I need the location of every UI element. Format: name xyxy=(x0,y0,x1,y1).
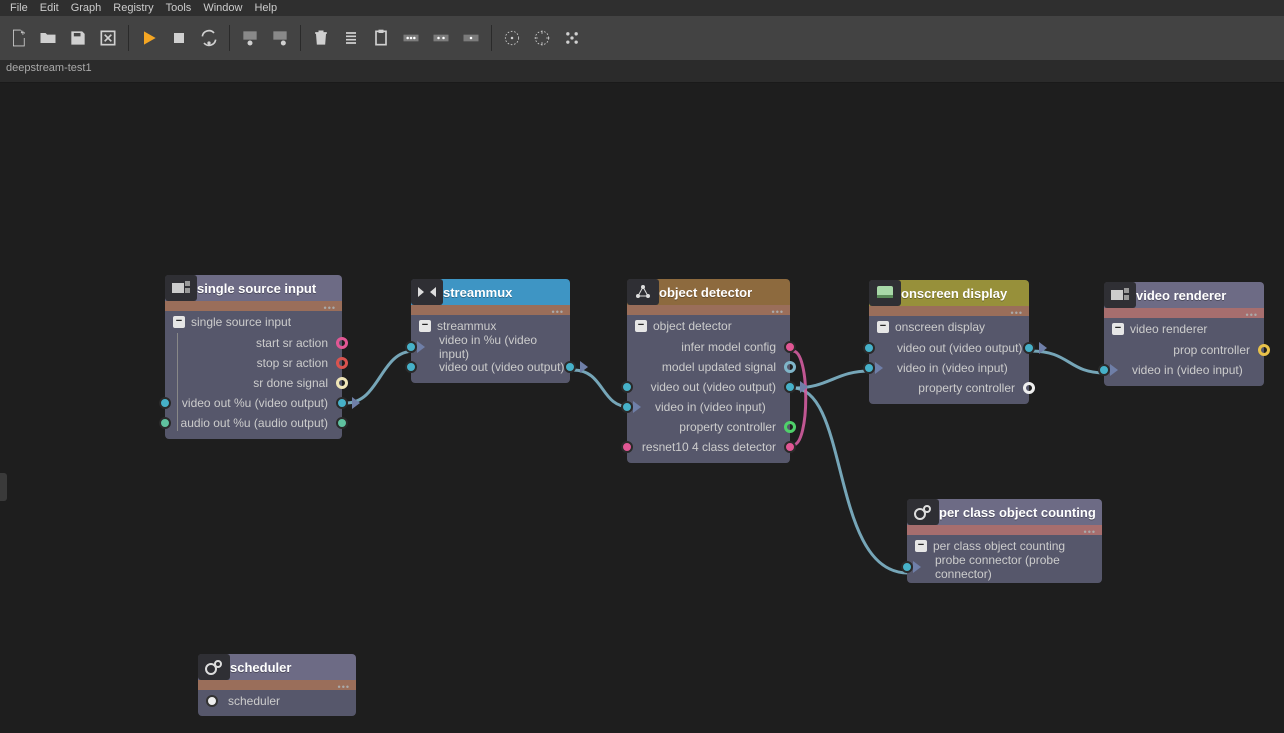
port-model-updated[interactable]: model updated signal xyxy=(627,357,790,377)
port-resnet10[interactable]: resnet10 4 class detector xyxy=(627,437,790,457)
port-stop-sr[interactable]: stop sr action xyxy=(165,353,342,373)
download1-icon[interactable] xyxy=(236,24,264,52)
tab-deepstream[interactable]: deepstream-test1 xyxy=(6,62,92,74)
dots2-icon[interactable] xyxy=(427,24,455,52)
menu-help[interactable]: Help xyxy=(248,1,283,15)
node-object-detector[interactable]: object detector ••• −object detector inf… xyxy=(627,279,790,463)
collapse-icon[interactable]: − xyxy=(635,320,647,332)
menu-file[interactable]: File xyxy=(4,1,34,15)
swarm-icon[interactable] xyxy=(558,24,586,52)
dots3-icon[interactable] xyxy=(397,24,425,52)
gears-icon xyxy=(198,654,230,680)
port-property-controller[interactable]: property controller xyxy=(627,417,790,437)
port-sr-done[interactable]: sr done signal xyxy=(165,373,342,393)
target1-icon[interactable] xyxy=(498,24,526,52)
side-panel-handle[interactable] xyxy=(0,473,7,501)
open-folder-icon[interactable] xyxy=(34,24,62,52)
source-icon xyxy=(165,275,197,301)
node-section: −single source input xyxy=(165,311,342,333)
node-section: −onscreen display xyxy=(869,316,1029,338)
node-menu-icon[interactable]: ••• xyxy=(1084,527,1096,537)
node-title: per class object counting xyxy=(939,505,1096,520)
menu-registry[interactable]: Registry xyxy=(107,1,159,15)
svg-text:+: + xyxy=(21,28,26,38)
collapse-icon[interactable]: − xyxy=(419,320,431,332)
node-scheduler[interactable]: scheduler ••• scheduler xyxy=(198,654,356,716)
toolbar: + xyxy=(0,16,1284,60)
port-audio-out[interactable]: audio out %u (audio output) xyxy=(165,413,342,433)
menu-window[interactable]: Window xyxy=(197,1,248,15)
port-video-out[interactable]: video out %u (video output) xyxy=(165,393,342,413)
node-menu-icon[interactable]: ••• xyxy=(552,307,564,317)
port-prop-controller[interactable]: prop controller xyxy=(1104,340,1264,360)
port-video-in[interactable]: video in (video input) xyxy=(869,358,1029,378)
node-streammux[interactable]: streammux ••• −streammux video in %u (vi… xyxy=(411,279,570,383)
list-icon[interactable] xyxy=(337,24,365,52)
graph-canvas[interactable]: single source input ••• −single source i… xyxy=(0,83,1284,733)
port-video-out[interactable]: video out (video output) xyxy=(411,357,570,377)
sync-icon[interactable] xyxy=(195,24,223,52)
menu-tools[interactable]: Tools xyxy=(160,1,198,15)
node-single-source-input[interactable]: single source input ••• −single source i… xyxy=(165,275,342,439)
stop-icon[interactable] xyxy=(165,24,193,52)
trash-icon[interactable] xyxy=(307,24,335,52)
collapse-icon[interactable]: − xyxy=(877,321,889,333)
close-icon[interactable] xyxy=(94,24,122,52)
port-video-in[interactable]: video in (video input) xyxy=(1104,360,1264,380)
new-file-icon[interactable]: + xyxy=(4,24,32,52)
node-video-renderer[interactable]: video renderer ••• −video renderer prop … xyxy=(1104,282,1264,386)
port-probe-connector[interactable]: probe connector (probe connector) xyxy=(907,557,1102,577)
node-title: onscreen display xyxy=(901,286,1007,301)
tab-strip: deepstream-test1 xyxy=(0,60,1284,83)
streammux-icon xyxy=(411,279,443,305)
node-per-class-counting[interactable]: per class object counting ••• −per class… xyxy=(907,499,1102,583)
menu-graph[interactable]: Graph xyxy=(65,1,108,15)
node-title: scheduler xyxy=(230,660,291,675)
play-icon[interactable] xyxy=(135,24,163,52)
node-menu-icon[interactable]: ••• xyxy=(1246,310,1258,320)
gears-icon xyxy=(907,499,939,525)
port-video-in[interactable]: video in (video input) xyxy=(627,397,790,417)
node-section: scheduler xyxy=(198,690,356,716)
save-icon[interactable] xyxy=(64,24,92,52)
collapse-icon[interactable]: − xyxy=(173,316,185,328)
menu-edit[interactable]: Edit xyxy=(34,1,65,15)
port-video-out[interactable]: video out (video output) xyxy=(627,377,790,397)
node-onscreen-display[interactable]: onscreen display ••• −onscreen display v… xyxy=(869,280,1029,404)
port-infer-config[interactable]: infer model config xyxy=(627,337,790,357)
single-dot-icon[interactable] xyxy=(457,24,485,52)
node-menu-icon[interactable]: ••• xyxy=(772,307,784,317)
port-property-controller[interactable]: property controller xyxy=(869,378,1029,398)
collapse-icon[interactable]: − xyxy=(915,540,927,552)
port-start-sr[interactable]: start sr action xyxy=(165,333,342,353)
port-video-in[interactable]: video in %u (video input) xyxy=(411,337,570,357)
port-video-out[interactable]: video out (video output) xyxy=(869,338,1029,358)
node-section: −object detector xyxy=(627,315,790,337)
monitor-icon xyxy=(869,280,901,306)
collapse-icon[interactable]: − xyxy=(1112,323,1124,335)
download2-icon[interactable] xyxy=(266,24,294,52)
node-menu-icon[interactable]: ••• xyxy=(324,303,336,313)
node-section: −video renderer xyxy=(1104,318,1264,340)
node-menu-icon[interactable]: ••• xyxy=(338,682,350,692)
node-title: streammux xyxy=(443,285,512,300)
renderer-icon xyxy=(1104,282,1136,308)
detector-icon xyxy=(627,279,659,305)
node-title: video renderer xyxy=(1136,288,1226,303)
node-title: single source input xyxy=(197,281,316,296)
node-menu-icon[interactable]: ••• xyxy=(1011,308,1023,318)
menu-bar: File Edit Graph Registry Tools Window He… xyxy=(0,0,1284,16)
node-title: object detector xyxy=(659,285,752,300)
clipboard-icon[interactable] xyxy=(367,24,395,52)
target2-icon[interactable] xyxy=(528,24,556,52)
